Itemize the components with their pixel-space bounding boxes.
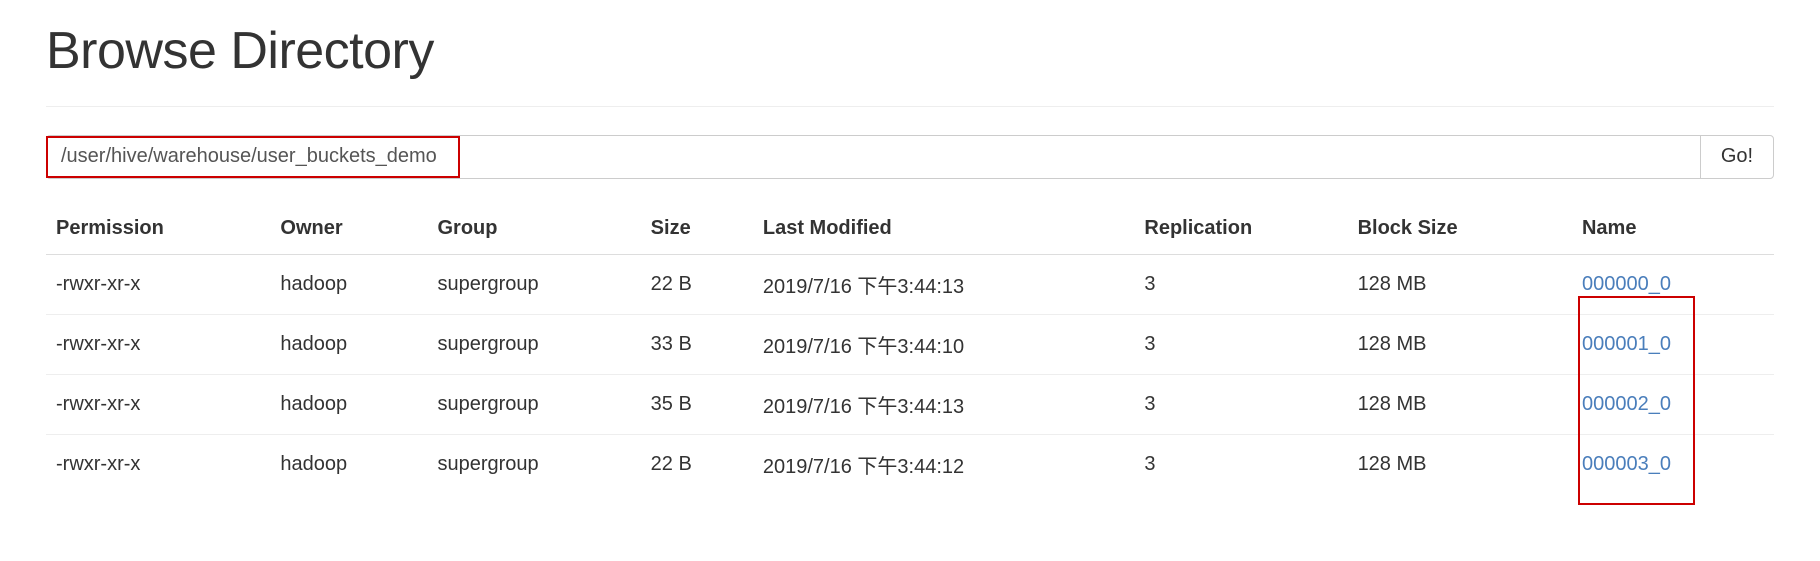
cell-size: 22 B: [650, 272, 692, 295]
cell-name: 000002_0: [1571, 373, 1774, 435]
cell-permission: -rwxr-xr-x: [46, 313, 271, 375]
path-bar: Go!: [46, 134, 1774, 179]
title-divider: [46, 105, 1774, 107]
directory-listing-table: Permission Owner Group Size Last Modifie…: [46, 208, 1774, 494]
browse-directory-page: Browse Directory Go! Permission Owner Gr…: [0, 0, 1820, 561]
table-header: Permission Owner Group Size Last Modifie…: [46, 208, 1774, 255]
cell-replication: 3: [1134, 313, 1348, 375]
table-row: -rwxr-xr-x hadoop supergroup 33 B 2019/7…: [46, 313, 1774, 375]
column-header-last-modified: Last Modified: [752, 208, 1135, 255]
column-header-replication: Replication: [1134, 208, 1348, 255]
cell-last-modified: 2019/7/16 下午3:44:10: [752, 313, 1135, 375]
file-link[interactable]: 000003_0: [1582, 453, 1671, 475]
table-row: -rwxr-xr-x hadoop supergroup 35 B 2019/7…: [46, 373, 1774, 435]
cell-owner: hadoop: [270, 313, 428, 375]
column-header-name: Name: [1571, 208, 1774, 255]
page-title: Browse Directory: [46, 22, 434, 80]
cell-replication: 3: [1144, 272, 1156, 295]
cell-group: supergroup: [427, 313, 641, 375]
column-header-permission: Permission: [46, 208, 271, 255]
cell-block-size: 128 MB: [1357, 272, 1427, 295]
cell-block-size: 128 MB: [1347, 313, 1572, 375]
cell-owner: hadoop: [280, 272, 348, 295]
cell-block-size: 128 MB: [1347, 373, 1572, 435]
table-row: -rwxr-xr-x hadoop supergroup 22 B 2019/7…: [46, 433, 1774, 494]
cell-size: 33 B: [640, 313, 753, 375]
cell-replication: 3: [1134, 433, 1348, 494]
cell-permission: -rwxr-xr-x: [46, 373, 271, 435]
table-header-row: Permission Owner Group Size Last Modifie…: [46, 208, 1774, 255]
table-body: -rwxr-xr-x hadoop supergroup 22 B 2019/7…: [46, 254, 1774, 494]
cell-permission: -rwxr-xr-x: [46, 433, 271, 494]
cell-replication: 3: [1134, 373, 1348, 435]
cell-permission: -rwxr-xr-x: [56, 272, 141, 295]
file-link[interactable]: 000002_0: [1582, 393, 1671, 415]
go-button[interactable]: Go!: [1700, 134, 1774, 179]
directory-path-input[interactable]: [46, 134, 1700, 179]
column-header-owner: Owner: [270, 208, 428, 255]
cell-owner: hadoop: [270, 373, 428, 435]
cell-name: 000000_0: [1572, 254, 1774, 314]
cell-last-modified: 2019/7/16 下午3:44:13: [752, 373, 1135, 435]
cell-group: supergroup: [427, 373, 641, 435]
cell-block-size: 128 MB: [1347, 433, 1572, 494]
cell-owner: hadoop: [270, 433, 428, 494]
cell-group: supergroup: [427, 433, 641, 494]
file-link[interactable]: 000000_0: [1582, 273, 1671, 295]
cell-size: 35 B: [640, 373, 753, 435]
cell-name: 000003_0: [1571, 433, 1774, 494]
column-header-block-size: Block Size: [1347, 208, 1572, 255]
column-header-size: Size: [640, 208, 753, 255]
cell-last-modified: 2019/7/16 下午3:44:12: [752, 433, 1135, 494]
cell-size: 22 B: [640, 433, 753, 494]
column-header-group: Group: [427, 208, 641, 255]
cell-last-modified: 2019/7/16 下午3:44:13: [762, 275, 965, 298]
table-row: -rwxr-xr-x hadoop supergroup 22 B 2019/7…: [46, 254, 1774, 314]
cell-name: 000001_0: [1571, 313, 1774, 375]
cell-group: supergroup: [437, 272, 539, 295]
file-link[interactable]: 000001_0: [1582, 333, 1671, 355]
